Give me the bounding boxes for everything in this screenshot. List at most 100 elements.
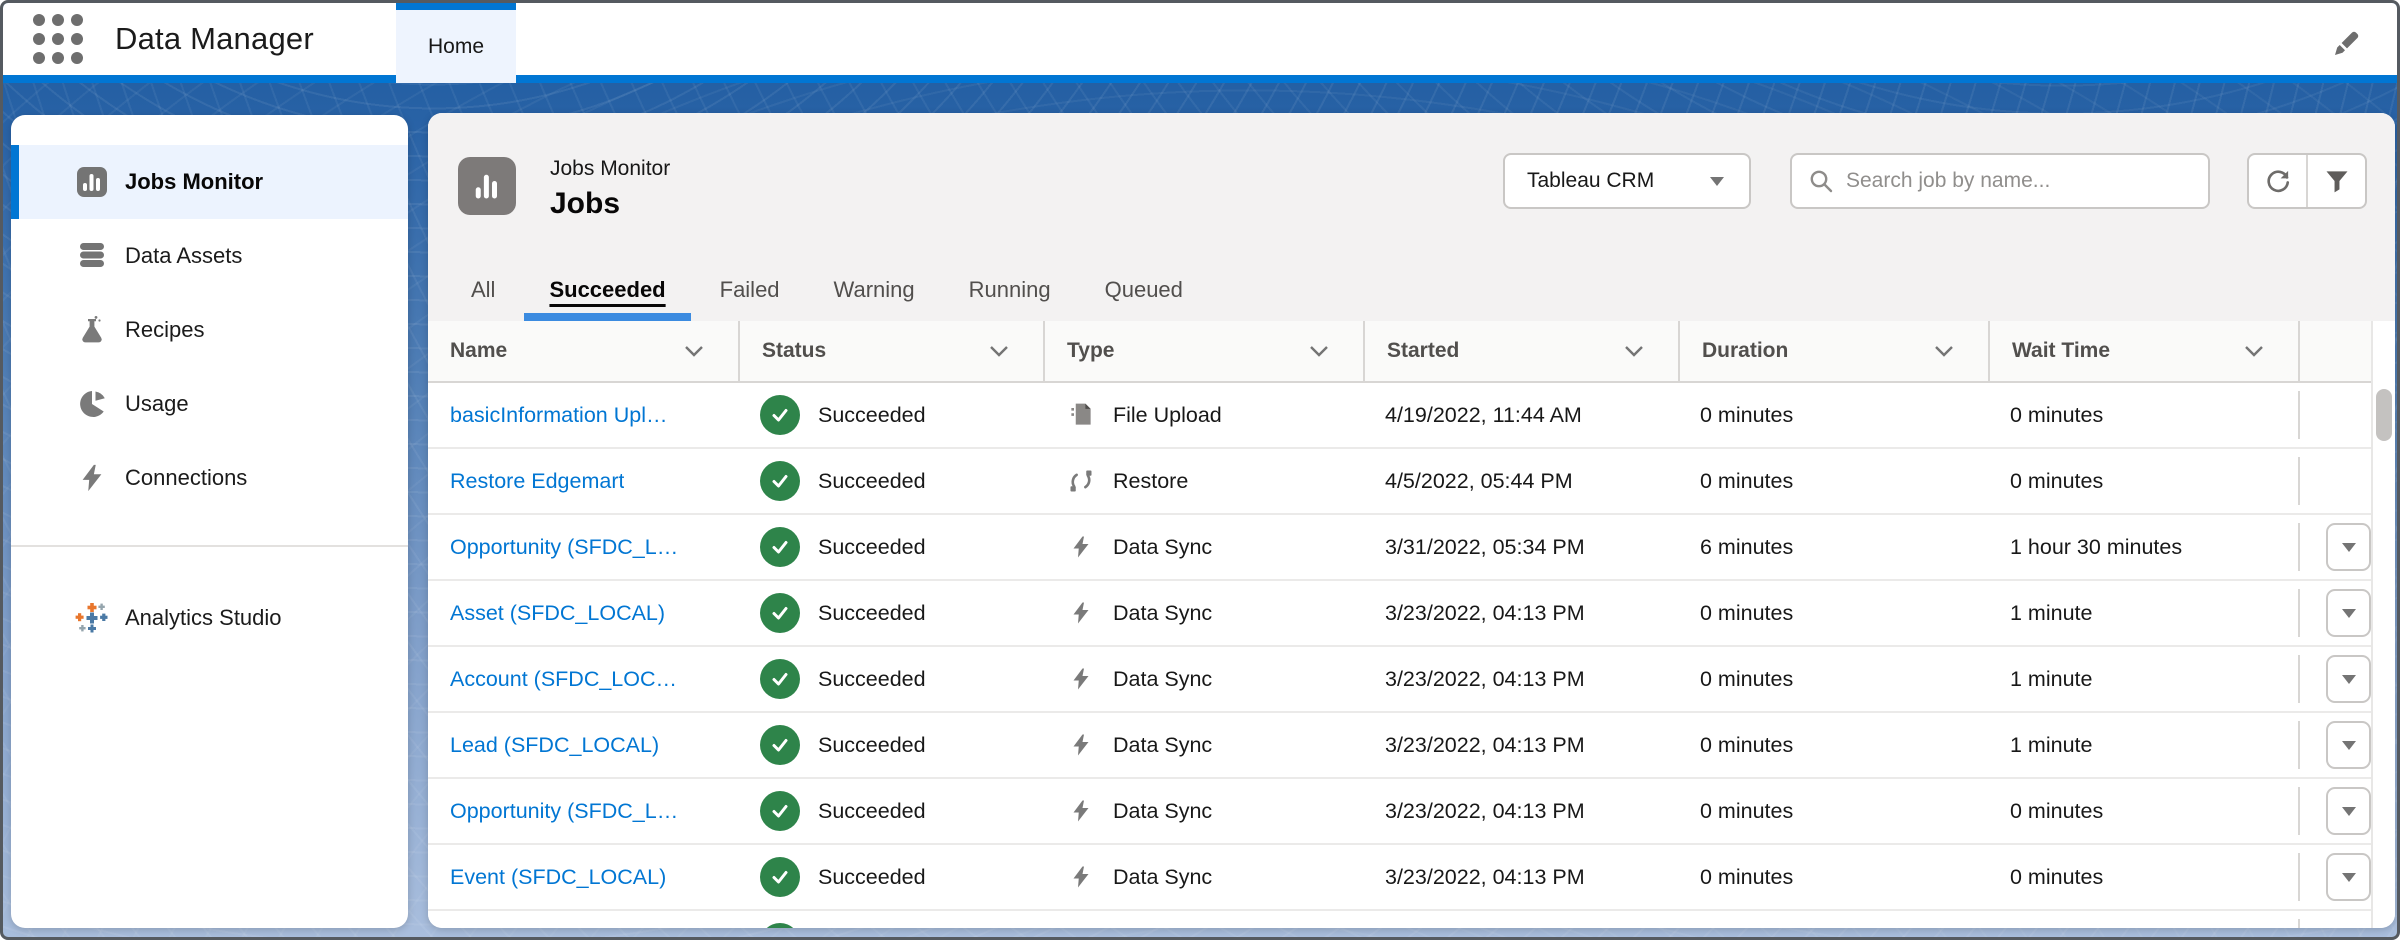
job-status-cell xyxy=(738,923,1043,928)
job-type-cell: Data Sync xyxy=(1043,597,1363,629)
status-label: Succeeded xyxy=(818,733,926,758)
job-name-cell: Account (SFDC_LOC… xyxy=(428,667,738,692)
column-header-wait-time[interactable]: Wait Time xyxy=(1988,321,2298,381)
file-upload-icon xyxy=(1065,399,1097,431)
table-scrollbar[interactable] xyxy=(2371,321,2395,928)
status-label: Succeeded xyxy=(818,403,926,428)
app-title: Data Manager xyxy=(115,21,314,57)
job-name-link[interactable]: Account (SFDC_LOC… xyxy=(450,667,677,692)
app-launcher-icon[interactable] xyxy=(33,14,83,64)
tab-all[interactable]: All xyxy=(444,259,522,321)
refresh-button[interactable] xyxy=(2249,155,2306,207)
column-header-status[interactable]: Status xyxy=(738,321,1043,381)
tab-running[interactable]: Running xyxy=(942,259,1078,321)
table-row: Opportunity (SFDC_L… Succeeded xyxy=(428,779,2371,845)
column-header-started[interactable]: Started xyxy=(1363,321,1678,381)
chevron-down-icon[interactable] xyxy=(1309,345,1329,357)
sidebar-item-label: Recipes xyxy=(125,317,204,343)
sidebar-item-label: Connections xyxy=(125,465,247,491)
scrollbar-thumb[interactable] xyxy=(2376,389,2392,441)
sidebar-item-jobs-monitor[interactable]: Jobs Monitor xyxy=(11,145,408,219)
tab-succeeded[interactable]: Succeeded xyxy=(522,259,692,321)
job-wait-time-cell: 0 minutes xyxy=(1988,403,2298,428)
job-status-cell: Succeeded xyxy=(738,659,1043,699)
job-status-cell: Succeeded xyxy=(738,791,1043,831)
chevron-down-icon[interactable] xyxy=(2244,345,2264,357)
job-name-link[interactable]: basicInformation Upl… xyxy=(450,403,667,428)
tab-warning[interactable]: Warning xyxy=(807,259,942,321)
job-duration-cell: 0 minutes xyxy=(1678,403,1988,428)
job-actions-cell xyxy=(2298,853,2371,901)
chevron-down-icon[interactable] xyxy=(1624,345,1644,357)
success-check-icon xyxy=(760,725,800,765)
success-check-icon xyxy=(760,593,800,633)
edit-pencil-icon[interactable] xyxy=(2325,21,2369,65)
success-check-icon xyxy=(760,923,800,928)
sidebar-item-label: Jobs Monitor xyxy=(125,169,263,195)
row-actions-button[interactable] xyxy=(2326,655,2371,703)
type-label: Data Sync xyxy=(1113,733,1212,758)
success-check-icon xyxy=(760,659,800,699)
job-actions-cell xyxy=(2298,721,2371,769)
toolbar-button-group xyxy=(2247,153,2367,209)
search-input[interactable] xyxy=(1846,169,2192,193)
job-name-cell: Opportunity (SFDC_L… xyxy=(428,535,738,560)
success-check-icon xyxy=(760,395,800,435)
job-type-cell: Data Sync xyxy=(1043,663,1363,695)
job-type-cell: Restore xyxy=(1043,465,1363,497)
row-actions-button[interactable] xyxy=(2326,523,2371,571)
bar-chart-icon xyxy=(75,165,109,199)
job-name-cell: Opportunity (SFDC_L… xyxy=(428,799,738,824)
bar-chart-icon xyxy=(458,157,516,215)
sidebar-item-connections[interactable]: Connections xyxy=(11,441,408,515)
row-actions-button[interactable] xyxy=(2326,589,2371,637)
job-name-link[interactable]: Restore Edgemart xyxy=(450,469,624,494)
chevron-down-icon[interactable] xyxy=(989,345,1009,357)
job-actions-cell xyxy=(2298,391,2371,439)
chevron-down-icon[interactable] xyxy=(1934,345,1954,357)
status-label: Succeeded xyxy=(818,601,926,626)
job-name-cell: Asset (SFDC_LOCAL) xyxy=(428,601,738,626)
filter-button[interactable] xyxy=(2306,155,2365,207)
column-header-name[interactable]: Name xyxy=(428,321,738,381)
row-actions-button[interactable] xyxy=(2326,853,2371,901)
table-row: Account (SFDC_LOC… Succeeded xyxy=(428,647,2371,713)
chevron-down-icon[interactable] xyxy=(684,345,704,357)
job-wait-time-cell: 1 minute xyxy=(1988,733,2298,758)
tab-failed[interactable]: Failed xyxy=(693,259,807,321)
job-name-link[interactable]: Opportunity (SFDC_L… xyxy=(450,535,678,560)
job-wait-time-cell: 1 hour 30 minutes xyxy=(1988,535,2298,560)
column-header-type[interactable]: Type xyxy=(1043,321,1363,381)
job-status-cell: Succeeded xyxy=(738,593,1043,633)
sidebar-item-usage[interactable]: Usage xyxy=(11,367,408,441)
sidebar-item-analytics-studio[interactable]: Analytics Studio xyxy=(11,581,408,655)
job-status-cell: Succeeded xyxy=(738,857,1043,897)
job-name-link[interactable]: Lead (SFDC_LOCAL) xyxy=(450,733,659,758)
app-window: Data Manager Home Jobs Monitor xyxy=(0,0,2400,940)
search-icon xyxy=(1808,168,1834,194)
sidebar: Jobs Monitor Data Assets Recipes xyxy=(11,115,408,928)
data-sync-icon xyxy=(1065,729,1097,761)
job-status-cell: Succeeded xyxy=(738,725,1043,765)
table-row: Restore Edgemart Succeeded xyxy=(428,449,2371,515)
job-duration-cell: 6 minutes xyxy=(1678,535,1988,560)
type-label: Data Sync xyxy=(1113,601,1212,626)
type-label: Data Sync xyxy=(1113,535,1212,560)
row-actions-button[interactable] xyxy=(2326,787,2371,835)
job-type-cell: Data Sync xyxy=(1043,531,1363,563)
row-actions-button[interactable] xyxy=(2326,721,2371,769)
job-duration-cell: 0 minutes xyxy=(1678,667,1988,692)
tab-home[interactable]: Home xyxy=(396,3,516,83)
scope-selector-dropdown[interactable]: Tableau CRM xyxy=(1503,153,1751,209)
tab-queued[interactable]: Queued xyxy=(1078,259,1210,321)
job-name-link[interactable]: Event (SFDC_LOCAL) xyxy=(450,865,666,890)
sidebar-item-recipes[interactable]: Recipes xyxy=(11,293,408,367)
job-name-cell: Event (SFDC_LOCAL) xyxy=(428,865,738,890)
sidebar-item-data-assets[interactable]: Data Assets xyxy=(11,219,408,293)
job-name-link[interactable]: Asset (SFDC_LOCAL) xyxy=(450,601,665,626)
column-header-duration[interactable]: Duration xyxy=(1678,321,1988,381)
data-sync-icon xyxy=(1065,531,1097,563)
type-label: Data Sync xyxy=(1113,799,1212,824)
job-name-link[interactable]: Opportunity (SFDC_L… xyxy=(450,799,678,824)
job-actions-cell xyxy=(2298,655,2371,703)
